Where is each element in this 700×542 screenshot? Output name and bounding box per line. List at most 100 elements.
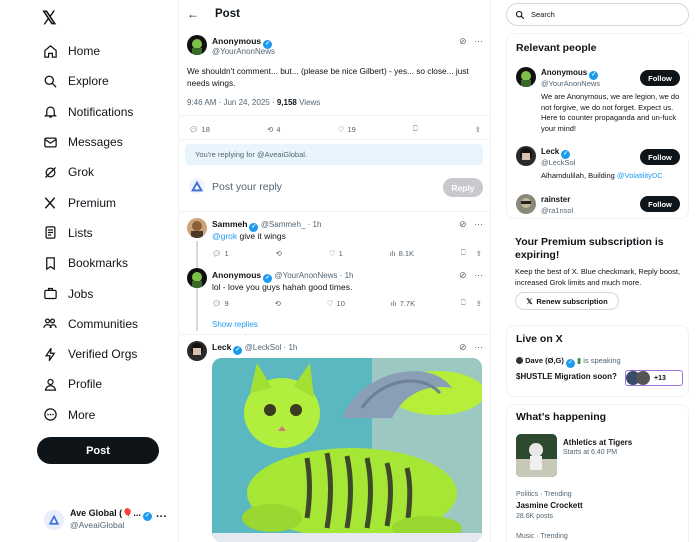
reply-author-handle: @LeckSol · 1h [244, 343, 298, 352]
verified-icon: ✓ [142, 512, 152, 521]
green-cat-image[interactable] [212, 358, 482, 542]
x-icon [42, 195, 58, 211]
nav-item-lists[interactable]: Lists [42, 218, 138, 248]
like-count: 10 [336, 298, 345, 308]
avatar[interactable] [187, 341, 207, 361]
search-icon [515, 10, 525, 19]
nav-item-communities[interactable]: Communities [42, 309, 138, 339]
nav-item-bookmarks[interactable]: Bookmarks [42, 248, 138, 278]
bookmark-icon: ⎕ [412, 124, 418, 133]
reply-author-handle: @YourAnonNews · 1h [274, 271, 354, 280]
share-icon: ⇪ [475, 248, 482, 258]
share-button[interactable]: ⇪ [475, 125, 481, 134]
follow-button[interactable]: Follow [640, 70, 680, 86]
search-input[interactable]: Search [506, 3, 689, 26]
page-title: Post [215, 8, 240, 20]
people-icon [42, 316, 58, 332]
follow-button[interactable]: Follow [640, 149, 680, 165]
mention-link[interactable]: @grok [212, 231, 237, 241]
renew-subscription-button[interactable]: 𝕏 Renew subscription [515, 292, 619, 310]
nav-label: Verified Orgs [68, 347, 138, 362]
space-title[interactable]: $HUSTLE Migration soon? [516, 372, 617, 383]
avatar[interactable] [187, 218, 207, 238]
more-icon[interactable]: ··· [156, 511, 167, 523]
account-switcher[interactable]: Ave Global (🎈... ✓ @AveaiGlobal ··· [44, 505, 174, 535]
premium-title: Your Premium subscription is expiring! [515, 236, 664, 261]
bookmark-share-buttons[interactable]: ⎕ ⇪ [461, 248, 482, 258]
reply-submit-button[interactable]: Reply [443, 178, 483, 197]
nav-item-jobs[interactable]: Jobs [42, 278, 138, 308]
grok-icon[interactable]: ⊘ [459, 270, 467, 280]
bookmark-button[interactable]: ⎕ [413, 124, 418, 134]
more-icon[interactable]: ··· [474, 270, 483, 280]
person-handle[interactable]: @ra1nsol [541, 206, 573, 215]
avatar[interactable] [187, 35, 207, 55]
nav-item-messages[interactable]: Messages [42, 127, 138, 157]
views-button[interactable]: ılı 8.1K [390, 249, 414, 258]
more-icon[interactable]: ··· [474, 36, 483, 46]
verified-icon: ✓ [233, 346, 243, 355]
repost-button[interactable]: ⟲ [275, 299, 281, 308]
right-sidebar: Search Relevant people Anonymous ✓ @YourA… [491, 0, 700, 542]
listeners-avatars[interactable]: +13 [625, 370, 683, 386]
bio-link[interactable]: @VolatilityDC [617, 171, 663, 180]
avatar[interactable] [516, 67, 536, 87]
nav-item-more[interactable]: More [42, 400, 138, 430]
view-count: 8.1K [398, 248, 415, 258]
nav-item-profile[interactable]: Profile [42, 369, 138, 399]
nav-item-home[interactable]: Home [42, 36, 138, 66]
event-title[interactable]: Athletics at Tigers [563, 438, 632, 447]
show-replies-link[interactable]: Show replies [212, 319, 258, 331]
listener-count: +13 [654, 374, 666, 382]
reply-author-handle: @Sammeh_ · 1h [260, 220, 322, 229]
reply-text: lol - love you guys hahah good times. [212, 282, 353, 292]
whats-happening-card: What’s happening Athletics at Tigers Sta… [506, 404, 689, 542]
back-arrow-icon[interactable]: ← [187, 7, 199, 21]
repost-button[interactable]: ⟲ [276, 249, 282, 258]
nav-item-grok[interactable]: Grok [42, 157, 138, 187]
reply-button[interactable]: 💬︎ 1 [212, 249, 229, 258]
divider [179, 115, 490, 116]
nav-item-notifications[interactable]: Notifications [42, 97, 138, 127]
mail-icon [42, 134, 58, 150]
more-icon[interactable]: ··· [474, 342, 483, 352]
avatar[interactable] [187, 268, 207, 288]
avatar[interactable] [516, 194, 536, 214]
post-button[interactable]: Post [37, 437, 159, 464]
event-image[interactable] [516, 434, 557, 477]
reply-button[interactable]: 💬︎ 9 [212, 299, 229, 308]
heart-icon: ♡ [337, 124, 345, 134]
nav-label: Explore [68, 74, 109, 89]
author-handle[interactable]: @YourAnonNews [212, 47, 275, 56]
avatar [189, 178, 205, 194]
like-button[interactable]: ♡ 19 [338, 125, 356, 134]
heart-icon: ♡ [328, 248, 336, 258]
trend-name[interactable]: Jasmine Crockett [516, 501, 583, 510]
person-handle[interactable]: @YourAnonNews [541, 79, 600, 88]
like-button[interactable]: ♡ 1 [329, 249, 343, 258]
person-handle[interactable]: @LeckSol [541, 158, 575, 167]
person-name[interactable]: rainster [541, 195, 570, 204]
grok-icon[interactable]: ⊘ [459, 36, 467, 46]
briefcase-icon [42, 286, 58, 302]
nav-label: Premium [68, 195, 117, 210]
reply-input[interactable]: Post your reply [212, 181, 282, 193]
premium-body: Keep the best of X. Blue checkmark, Repl… [515, 267, 681, 287]
repost-button[interactable]: ⟲ 4 [267, 125, 280, 134]
bookmark-share-buttons[interactable]: ⎕ ⇪ [461, 298, 482, 308]
avatar[interactable] [516, 146, 536, 166]
nav-item-premium[interactable]: Premium [42, 187, 138, 217]
more-icon[interactable]: ··· [474, 219, 483, 229]
views-button[interactable]: ılı 7.7K [391, 299, 415, 308]
nav-item-verified-orgs[interactable]: Verified Orgs [42, 339, 138, 369]
like-button[interactable]: ♡ 10 [327, 299, 345, 308]
follow-button[interactable]: Follow [640, 196, 680, 212]
grok-icon[interactable]: ⊘ [459, 219, 467, 229]
grok-icon[interactable]: ⊘ [459, 342, 467, 352]
reply-button[interactable]: 💬︎ 18 [189, 125, 210, 134]
nav-item-explore[interactable]: Explore [42, 66, 138, 96]
repost-icon: ⟲ [275, 248, 282, 258]
person-bio: Alhamdulilah, Building @VolatilityDC [541, 171, 663, 180]
x-logo[interactable]: 𝕏 [42, 8, 57, 29]
reply-author-name[interactable]: Leck ✓ @LeckSol · 1h [212, 342, 297, 355]
